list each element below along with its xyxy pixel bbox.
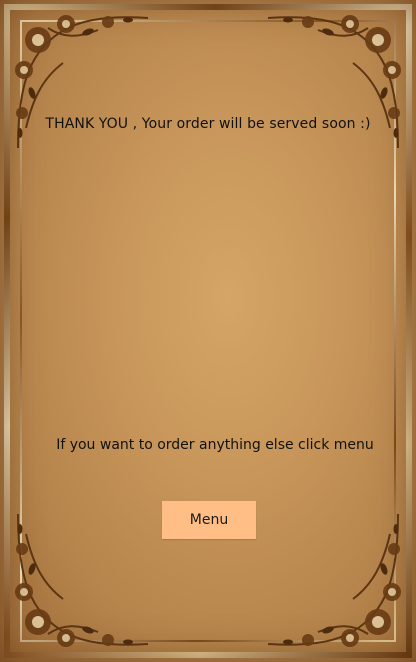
- menu-button[interactable]: Menu: [162, 501, 256, 539]
- floral-corner-bottom-left-icon: [15, 513, 149, 647]
- order-confirmation-screen: THANK YOU , Your order will be served so…: [0, 0, 416, 662]
- floral-corner-bottom-right-icon: [267, 513, 401, 647]
- floral-corner-top-left-icon: [15, 15, 149, 149]
- order-confirmation-message: THANK YOU , Your order will be served so…: [45, 116, 371, 132]
- order-more-prompt: If you want to order anything else click…: [56, 437, 374, 453]
- floral-corner-top-right-icon: [267, 15, 401, 149]
